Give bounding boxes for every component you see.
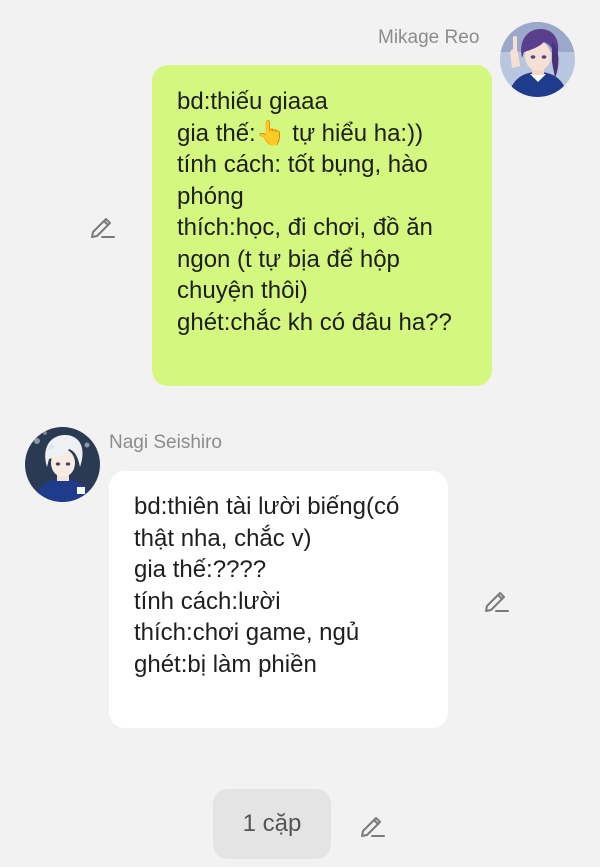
pencil-edit-icon (361, 817, 385, 837)
avatar[interactable] (500, 22, 575, 97)
white-haired-character-avatar-icon (25, 427, 100, 502)
sender-name: Mikage Reo (378, 27, 480, 48)
choice-button[interactable]: 1 cặp (213, 789, 331, 859)
edit-button[interactable] (482, 585, 512, 615)
edit-button[interactable] (88, 211, 118, 241)
edit-button[interactable] (358, 810, 388, 840)
pencil-edit-icon (485, 592, 509, 612)
purple-haired-character-avatar-icon (500, 22, 575, 97)
avatar[interactable] (25, 427, 100, 502)
message-bubble: bd:thiếu giaaa gia thế:👆 tự hiểu ha:)) t… (152, 65, 492, 386)
message-bubble: bd:thiên tài lười biếng(có thật nha, chắ… (109, 471, 448, 728)
sender-name: Nagi Seishiro (109, 432, 222, 453)
pencil-edit-icon (91, 218, 115, 238)
